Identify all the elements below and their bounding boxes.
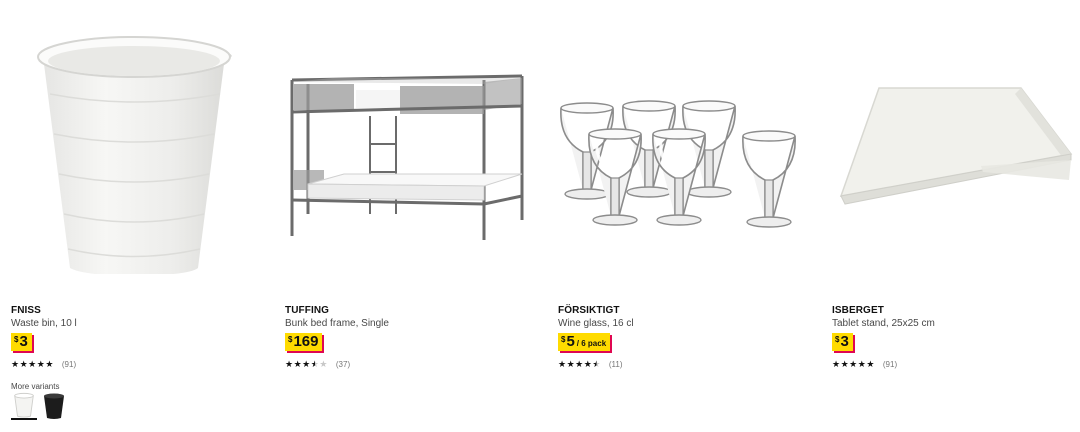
product-description: Waste bin, 10 l <box>11 318 77 329</box>
price-unit: / 6 pack <box>576 339 607 348</box>
price-tag: $ 3 <box>832 333 853 351</box>
rating-count: (91) <box>61 360 77 369</box>
price-value: 3 <box>19 333 28 350</box>
price-value: 5 <box>566 333 575 350</box>
price-currency: $ <box>14 335 19 344</box>
star-icon: ★ <box>832 359 841 369</box>
star-icon: ★ <box>319 359 328 369</box>
rating[interactable]: ★★★★★ (91) <box>11 359 76 370</box>
product-card-fniss[interactable]: FNISS Waste bin, 10 l $ 3 ★★★★★ (91) Mor… <box>10 0 270 432</box>
variant-black-thumbnail[interactable] <box>41 392 67 420</box>
product-name[interactable]: ISBERGET <box>832 305 884 316</box>
bunk-bed-image[interactable] <box>284 24 534 274</box>
star-icon: ★ <box>28 359 37 369</box>
product-description: Bunk bed frame, Single <box>285 318 389 329</box>
price-tag: $ 3 <box>11 333 32 351</box>
star-icon: ★ <box>293 359 303 369</box>
star-icon: ★ <box>575 359 584 369</box>
star-icon: ★ <box>302 359 311 369</box>
star-icon: ★ <box>11 359 20 369</box>
price-tag: $ 169 <box>285 333 323 351</box>
rating[interactable]: ★★★★★ (11) <box>558 359 623 370</box>
star-icon: ★ <box>849 359 858 369</box>
price-currency: $ <box>835 335 840 344</box>
product-description: Tablet stand, 25x25 cm <box>832 318 935 329</box>
star-icon: ★ <box>866 359 875 369</box>
star-rating-icon: ★★★★★ <box>832 359 875 370</box>
product-description: Wine glass, 16 cl <box>558 318 634 329</box>
more-variants-label: More variants <box>11 382 60 391</box>
price-value: 3 <box>840 333 849 350</box>
wine-glasses-image[interactable] <box>557 24 807 274</box>
star-icon: ★ <box>19 359 29 369</box>
star-icon: ★ <box>592 359 601 369</box>
price-currency: $ <box>561 335 566 344</box>
star-icon: ★ <box>285 359 294 369</box>
price-value: 169 <box>293 333 319 350</box>
rating[interactable]: ★★★★★ (37) <box>285 359 350 370</box>
rating[interactable]: ★★★★★ (91) <box>832 359 897 370</box>
product-card-isberget[interactable]: ISBERGET Tablet stand, 25x25 cm $ 3 ★★★★… <box>831 0 1080 432</box>
star-rating-icon: ★★★★★ <box>11 359 54 370</box>
star-rating-icon: ★★★★★ <box>285 359 328 370</box>
rating-count: (91) <box>882 360 898 369</box>
star-icon: ★ <box>558 359 567 369</box>
product-card-tuffing[interactable]: TUFFING Bunk bed frame, Single $ 169 ★★★… <box>284 0 544 432</box>
star-icon: ★ <box>45 359 54 369</box>
price-currency: $ <box>288 335 293 344</box>
star-icon: ★ <box>566 359 576 369</box>
price-tag: $ 5 / 6 pack <box>558 333 611 351</box>
variant-white-thumbnail[interactable] <box>11 392 37 420</box>
rating-count: (37) <box>335 360 351 369</box>
star-icon: ★ <box>840 359 850 369</box>
rating-count: (11) <box>608 360 623 369</box>
product-name[interactable]: FNISS <box>11 305 41 316</box>
waste-bin-image[interactable] <box>10 24 260 274</box>
star-rating-icon: ★★★★★ <box>558 359 601 370</box>
product-card-forsiktigt[interactable]: FÖRSIKTIGT Wine glass, 16 cl $ 5 / 6 pac… <box>557 0 817 432</box>
product-name[interactable]: TUFFING <box>285 305 329 316</box>
tablet-stand-image[interactable] <box>831 24 1080 274</box>
product-name[interactable]: FÖRSIKTIGT <box>558 305 620 316</box>
